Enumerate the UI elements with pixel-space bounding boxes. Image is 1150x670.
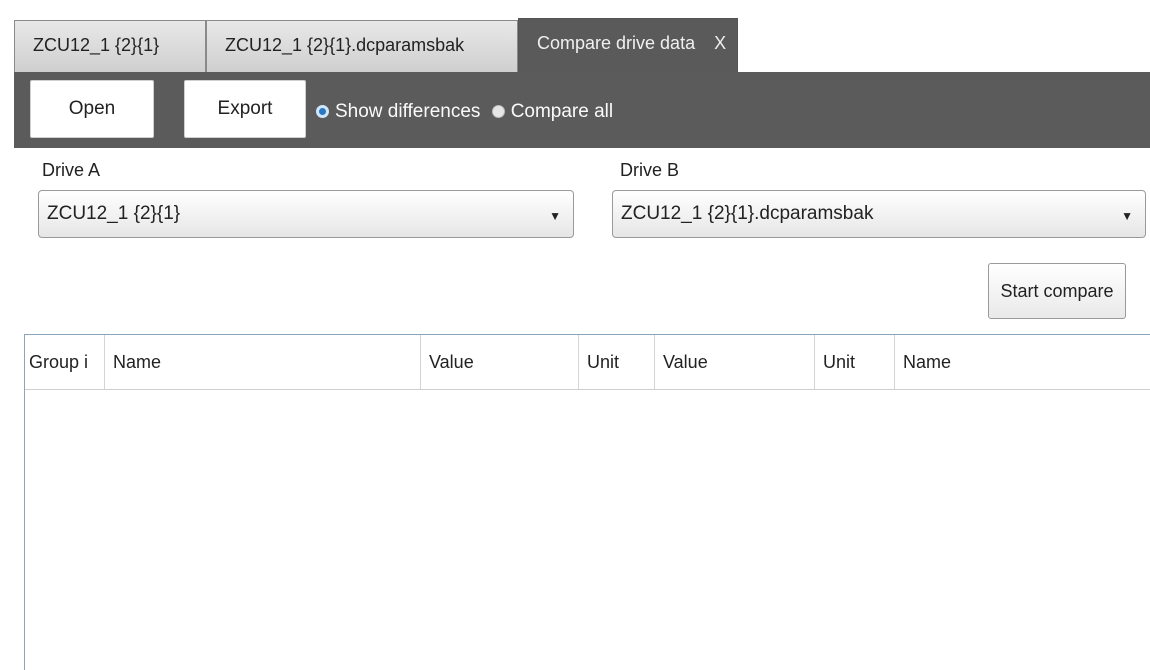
tab-label: ZCU12_1 {2}{1} [33, 35, 160, 55]
tab-label: ZCU12_1 {2}{1}.dcparamsbak [225, 35, 465, 55]
tab-compare-drive-data[interactable]: Compare drive data X [518, 18, 738, 74]
compare-all-option[interactable]: Compare all [491, 101, 614, 122]
radio-unselected-icon[interactable] [491, 105, 505, 118]
radio-selected-icon[interactable] [316, 105, 329, 118]
show-differences-option[interactable]: Show differences [316, 101, 486, 122]
compare-all-label: Compare all [510, 101, 614, 122]
tab-bar: ZCU12_1 {2}{1} ZCU12_1 {2}{1}.dcparamsba… [14, 8, 1150, 74]
tab-drive-zcu12[interactable]: ZCU12_1 {2}{1} [14, 20, 206, 72]
drive-b-select[interactable]: ZCU12_1 {2}{1}.dcparamsbak ▼ [612, 190, 1146, 238]
open-button[interactable]: Open [30, 80, 154, 138]
drive-a-select[interactable]: ZCU12_1 {2}{1} ▼ [38, 190, 574, 238]
dropdown-arrow-icon: ▼ [549, 209, 561, 223]
tab-drive-backup[interactable]: ZCU12_1 {2}{1}.dcparamsbak [206, 20, 518, 72]
drive-b-label: Drive B [620, 160, 680, 180]
column-header-name-a[interactable]: Name [105, 335, 421, 389]
column-header-unit-b[interactable]: Unit [815, 335, 895, 389]
column-header-group-id[interactable]: Group i [25, 335, 105, 389]
table-header: Group i Name Value Unit Value Unit Name [25, 335, 1150, 390]
compare-drive-data-window: ZCU12_1 {2}{1} ZCU12_1 {2}{1}.dcparamsba… [0, 0, 1150, 670]
compare-mode-radio-group: Show differences Compare all [316, 101, 619, 123]
column-header-value-a[interactable]: Value [421, 335, 579, 389]
close-icon[interactable]: X [714, 33, 726, 53]
drive-a-selected-value: ZCU12_1 {2}{1} [47, 203, 181, 224]
table-body [25, 390, 1150, 670]
export-button[interactable]: Export [184, 80, 306, 138]
column-header-name-b[interactable]: Name [895, 335, 1150, 389]
column-header-unit-a[interactable]: Unit [579, 335, 655, 389]
column-header-value-b[interactable]: Value [655, 335, 815, 389]
dropdown-arrow-icon: ▼ [1121, 209, 1133, 223]
drive-a-label: Drive A [42, 160, 101, 180]
tab-label: Compare drive data [537, 33, 696, 53]
show-differences-label: Show differences [335, 101, 481, 122]
toolbar: Open Export Show differences Compare all [14, 72, 1150, 148]
comparison-table: Group i Name Value Unit Value Unit Name [24, 334, 1150, 670]
start-compare-button[interactable]: Start compare [988, 263, 1126, 319]
drive-b-selected-value: ZCU12_1 {2}{1}.dcparamsbak [621, 203, 874, 224]
